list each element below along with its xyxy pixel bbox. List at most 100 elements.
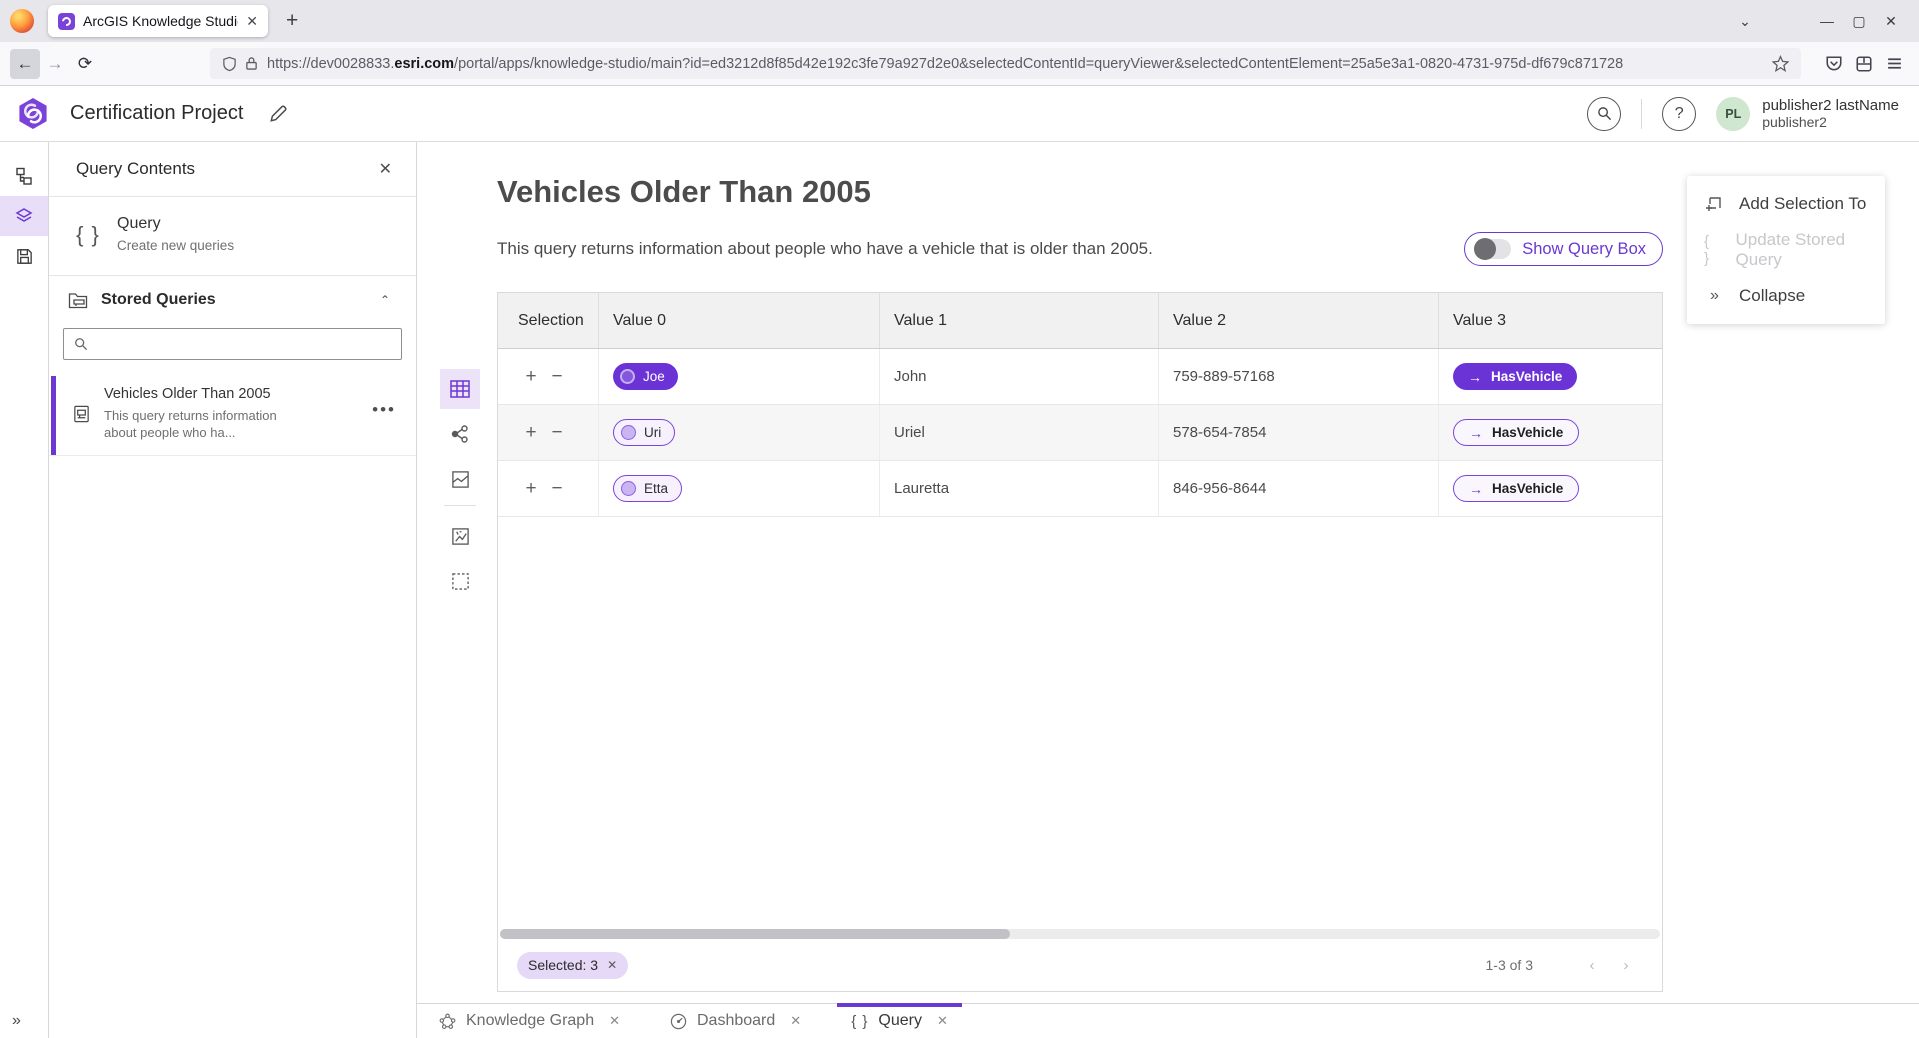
search-input[interactable] bbox=[96, 336, 391, 352]
map-icon bbox=[451, 470, 470, 489]
add-to-link-chart-button[interactable] bbox=[440, 414, 480, 454]
selection-tool-button[interactable] bbox=[440, 561, 480, 601]
toggle-switch-icon bbox=[1474, 239, 1511, 259]
col-header-value3[interactable]: Value 3 bbox=[1439, 293, 1662, 348]
add-selection-icon[interactable]: + bbox=[518, 478, 544, 500]
bookmark-star-icon[interactable] bbox=[1772, 55, 1789, 72]
panel-close-icon[interactable]: ✕ bbox=[379, 159, 392, 179]
col-header-value2[interactable]: Value 2 bbox=[1159, 293, 1439, 348]
menu-icon[interactable] bbox=[1879, 49, 1909, 79]
table-icon bbox=[450, 380, 470, 398]
list-tabs-icon[interactable]: ⌄ bbox=[1729, 13, 1761, 30]
menu-item-update-stored-query[interactable]: { } Update Stored Query bbox=[1687, 227, 1885, 273]
add-to-map-button[interactable] bbox=[440, 459, 480, 499]
previous-page-icon[interactable]: ‹ bbox=[1575, 957, 1609, 974]
page-description: This query returns information about peo… bbox=[497, 239, 1153, 259]
close-tab-icon[interactable]: ✕ bbox=[937, 1013, 948, 1029]
menu-item-collapse[interactable]: » Collapse bbox=[1687, 273, 1885, 319]
remove-selection-icon[interactable]: − bbox=[544, 366, 570, 388]
app-window: ArcGIS Knowledge Studio ✕ + ⌄ — ▢ ✕ ← → … bbox=[0, 0, 1919, 1038]
minimize-icon[interactable]: — bbox=[1811, 13, 1843, 29]
clear-selection-icon[interactable]: ✕ bbox=[607, 958, 617, 972]
entity-pill[interactable]: Uri bbox=[613, 419, 675, 446]
app-header: Certification Project ? PL publisher2 la… bbox=[0, 86, 1919, 142]
browser-tab-strip: ArcGIS Knowledge Studio ✕ + ⌄ — ▢ ✕ bbox=[0, 0, 1919, 42]
rail-hierarchy-button[interactable] bbox=[0, 156, 48, 196]
query-item-title: Query bbox=[117, 215, 234, 233]
relationship-pill[interactable]: →HasVehicle bbox=[1453, 363, 1577, 390]
forward-button[interactable]: → bbox=[40, 49, 70, 79]
entity-pill[interactable]: Joe bbox=[613, 363, 678, 390]
entity-pill[interactable]: Etta bbox=[613, 475, 682, 502]
help-button[interactable]: ? bbox=[1662, 97, 1696, 131]
avatar[interactable]: PL bbox=[1716, 97, 1750, 131]
browser-toolbar: ← → ⟳ https://dev0028833.esri.com/portal… bbox=[0, 42, 1919, 86]
braces-icon: { } bbox=[73, 215, 103, 255]
tab-close-icon[interactable]: ✕ bbox=[246, 14, 258, 28]
edit-project-title-icon[interactable] bbox=[269, 105, 287, 123]
col-header-value1[interactable]: Value 1 bbox=[880, 293, 1159, 348]
close-window-icon[interactable]: ✕ bbox=[1875, 13, 1907, 30]
stored-query-title: Vehicles Older Than 2005 bbox=[104, 386, 359, 402]
relationship-pill[interactable]: →HasVehicle bbox=[1453, 419, 1579, 446]
chevron-up-icon[interactable]: ⌃ bbox=[380, 293, 390, 307]
add-selection-icon[interactable]: + bbox=[518, 366, 544, 388]
shield-icon bbox=[222, 56, 237, 72]
arcgis-favicon-icon bbox=[58, 13, 75, 30]
menu-item-add-selection-to[interactable]: Add Selection To bbox=[1687, 181, 1885, 227]
maximize-icon[interactable]: ▢ bbox=[1843, 13, 1875, 30]
col-header-selection[interactable]: Selection bbox=[498, 293, 599, 348]
close-tab-icon[interactable]: ✕ bbox=[609, 1013, 620, 1029]
browser-tab[interactable]: ArcGIS Knowledge Studio ✕ bbox=[48, 5, 268, 37]
add-to-new-map-button[interactable] bbox=[440, 516, 480, 556]
pocket-icon[interactable] bbox=[1819, 49, 1849, 79]
window-controls: ⌄ — ▢ ✕ bbox=[1729, 0, 1907, 42]
selected-count-chip[interactable]: Selected: 3 ✕ bbox=[517, 952, 628, 979]
table-view-button[interactable] bbox=[440, 369, 480, 409]
url-bar[interactable]: https://dev0028833.esri.com/portal/apps/… bbox=[210, 48, 1801, 79]
close-tab-icon[interactable]: ✕ bbox=[790, 1013, 801, 1029]
new-tab-button[interactable]: + bbox=[286, 9, 298, 33]
double-chevron-icon: » bbox=[1704, 287, 1724, 305]
braces-icon: { } bbox=[1704, 233, 1721, 267]
remove-selection-icon[interactable]: − bbox=[544, 478, 570, 500]
show-query-box-toggle[interactable]: Show Query Box bbox=[1464, 232, 1663, 266]
tab-query[interactable]: { } Query ✕ bbox=[837, 1004, 962, 1038]
table-row[interactable]: + − Joe John 759-889-57168 →HasVehicle bbox=[498, 349, 1662, 405]
scrollbar-thumb[interactable] bbox=[500, 929, 1010, 939]
add-selection-icon[interactable]: + bbox=[518, 422, 544, 444]
item-options-icon[interactable]: ••• bbox=[372, 400, 396, 420]
expand-rail-icon[interactable]: » bbox=[12, 1012, 19, 1030]
results-table: Selection Value 0 Value 1 Value 2 Value … bbox=[497, 292, 1663, 992]
rail-layers-button[interactable] bbox=[0, 196, 48, 236]
url-text: https://dev0028833.esri.com/portal/apps/… bbox=[267, 56, 1772, 72]
remove-selection-icon[interactable]: − bbox=[544, 422, 570, 444]
reload-button[interactable]: ⟳ bbox=[70, 49, 100, 79]
relationship-pill[interactable]: →HasVehicle bbox=[1453, 475, 1579, 502]
arcgis-knowledge-logo bbox=[18, 97, 48, 130]
search-icon bbox=[1597, 106, 1612, 121]
back-button[interactable]: ← bbox=[10, 49, 40, 79]
entity-node-icon bbox=[620, 369, 635, 384]
extensions-icon[interactable] bbox=[1849, 49, 1879, 79]
table-row[interactable]: + − Uri Uriel 578-654-7854 →HasVehicle bbox=[498, 405, 1662, 461]
search-button[interactable] bbox=[1587, 97, 1621, 131]
next-page-icon[interactable]: › bbox=[1609, 957, 1643, 974]
tab-knowledge-graph[interactable]: Knowledge Graph ✕ bbox=[425, 1004, 634, 1038]
tab-dashboard[interactable]: Dashboard ✕ bbox=[656, 1004, 815, 1038]
user-info[interactable]: publisher2 lastName publisher2 bbox=[1762, 97, 1903, 131]
firefox-icon[interactable] bbox=[10, 9, 34, 33]
stored-queries-search[interactable] bbox=[63, 328, 402, 360]
cell-value2: 578-654-7854 bbox=[1159, 405, 1439, 460]
arrow-right-icon: → bbox=[1469, 481, 1483, 497]
stored-queries-header[interactable]: Stored Queries ⌃ bbox=[49, 276, 416, 324]
horizontal-scrollbar[interactable] bbox=[500, 929, 1660, 939]
search-icon bbox=[74, 337, 88, 351]
table-row[interactable]: + − Etta Lauretta 846-956-8644 →HasVehic… bbox=[498, 461, 1662, 517]
col-header-value0[interactable]: Value 0 bbox=[599, 293, 880, 348]
stored-query-item[interactable]: Vehicles Older Than 2005 This query retu… bbox=[49, 376, 416, 456]
cell-value2: 759-889-57168 bbox=[1159, 349, 1439, 404]
rail-save-button[interactable] bbox=[0, 236, 48, 276]
user-username: publisher2 bbox=[1762, 114, 1899, 131]
query-item[interactable]: { } Query Create new queries bbox=[49, 197, 416, 276]
